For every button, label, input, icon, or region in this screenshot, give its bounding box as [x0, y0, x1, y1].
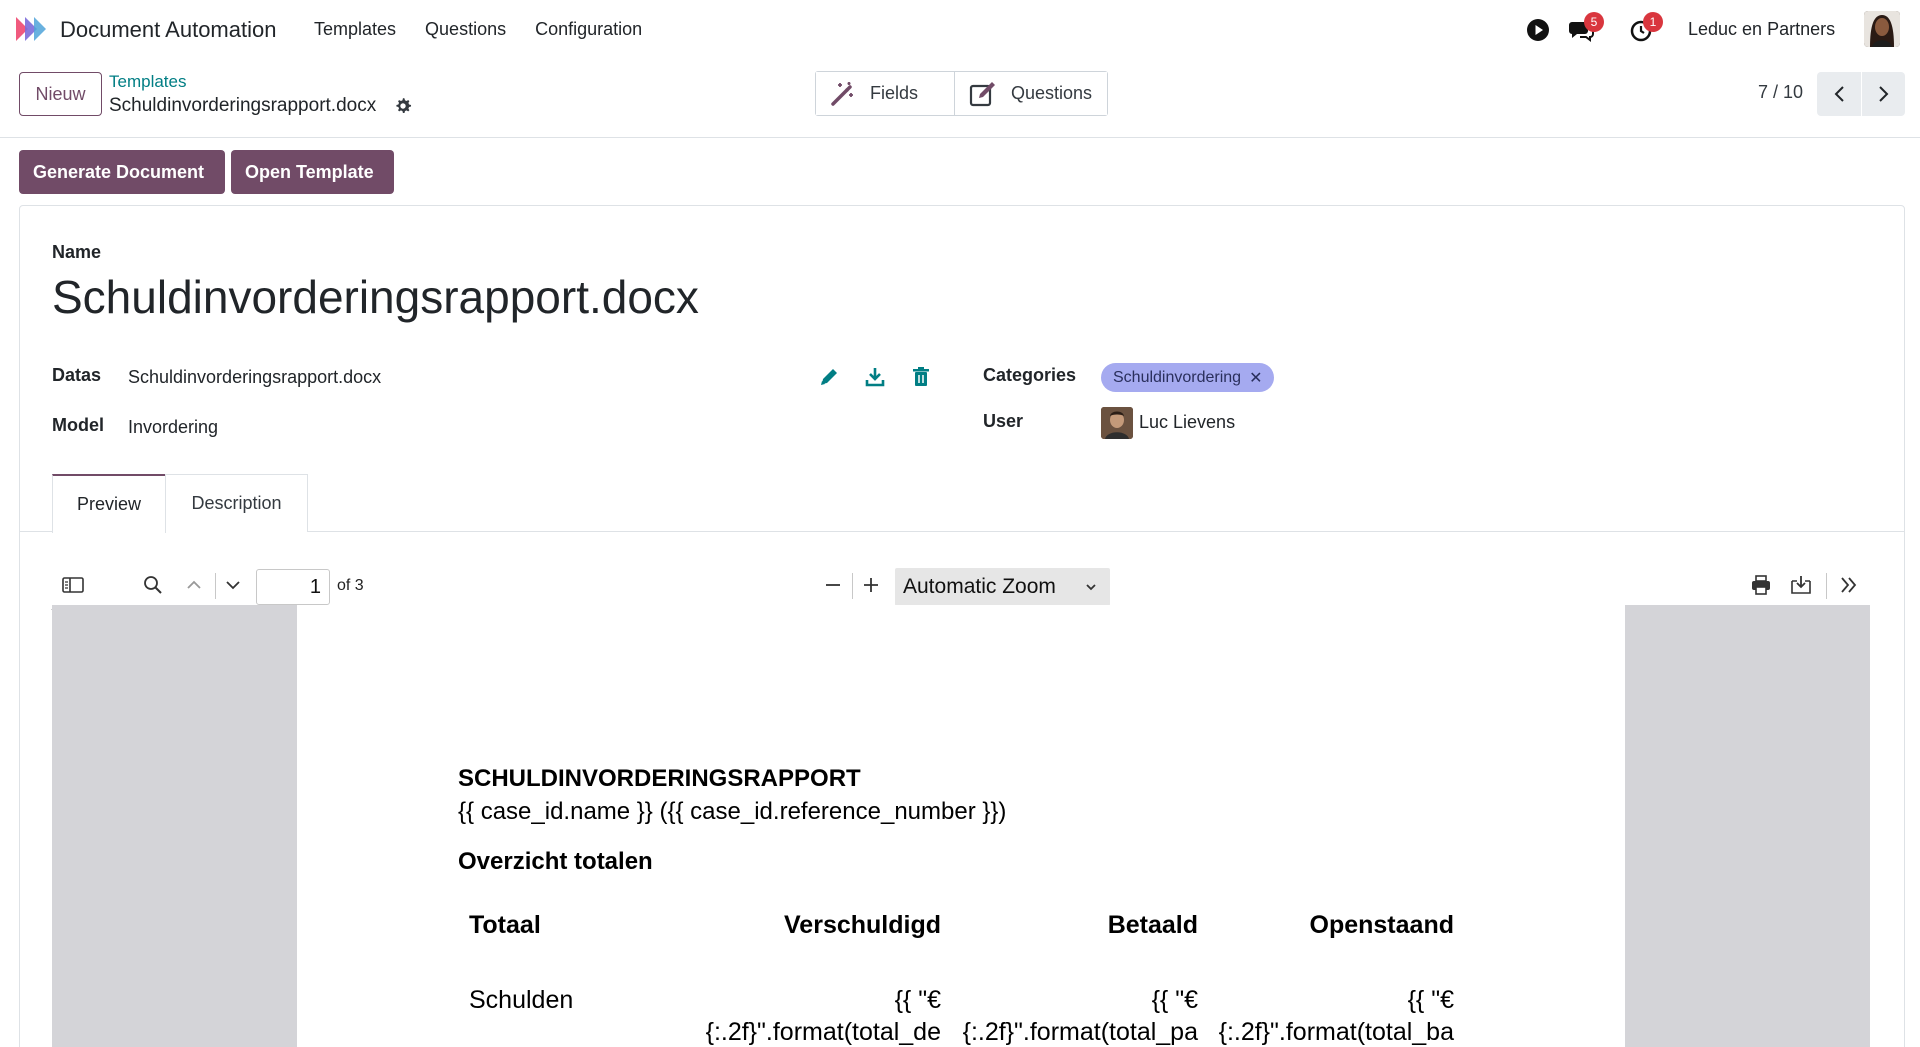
menu-item-questions[interactable]: Questions: [425, 19, 506, 40]
table-header-totaal: Totaal: [469, 911, 541, 939]
model-label: Model: [52, 415, 104, 435]
pdf-page: SCHULDINVORDERINGSRAPPORT {{ case_id.nam…: [297, 605, 1625, 1047]
table-cell-line: {{ "€: [1151, 986, 1198, 1014]
next-page-icon[interactable]: [221, 573, 245, 597]
document-subheading: {{ case_id.name }} ({{ case_id.reference…: [458, 798, 1007, 825]
play-icon[interactable]: [1525, 18, 1551, 42]
pdf-viewport[interactable]: SCHULDINVORDERINGSRAPPORT {{ case_id.nam…: [52, 605, 1870, 1047]
model-value[interactable]: Invordering: [128, 417, 218, 438]
tab-description[interactable]: Description: [165, 474, 308, 532]
top-navbar: Document Automation Templates Questions …: [0, 0, 1920, 58]
fields-button[interactable]: Fields: [816, 72, 954, 115]
table-header-betaald: Betaald: [1107, 911, 1198, 939]
pager-value[interactable]: 7 / 10: [1758, 82, 1803, 103]
category-tag-label: Schuldinvordering: [1113, 368, 1242, 386]
main-menu: Templates Questions Configuration: [314, 19, 671, 40]
page-number-input[interactable]: 1: [256, 569, 330, 605]
tab-preview[interactable]: Preview: [52, 474, 166, 533]
questions-button-label: Questions: [1011, 83, 1093, 103]
table-cell-line: {:.2f}".format(total_pa: [962, 1018, 1198, 1046]
zoom-in-icon[interactable]: [859, 573, 883, 597]
app-logo-icon[interactable]: [14, 15, 50, 43]
user-avatar[interactable]: [1864, 11, 1900, 47]
trash-icon[interactable]: [910, 366, 932, 388]
open-template-button[interactable]: Open Template: [231, 150, 394, 194]
remove-tag-icon[interactable]: ✕: [1249, 368, 1262, 388]
table-cell-line: {:.2f}".format(total_de: [705, 1018, 941, 1046]
search-icon[interactable]: [141, 573, 165, 597]
user-value[interactable]: Luc Lievens: [1139, 412, 1235, 433]
user-photo-icon: [1101, 407, 1133, 439]
previous-page-icon[interactable]: [182, 573, 206, 597]
name-field[interactable]: Schuldinvorderingsrapport.docx: [52, 270, 699, 324]
toolbar-separator: [852, 573, 853, 599]
datas-value[interactable]: Schuldinvorderingsrapport.docx: [128, 367, 381, 388]
activity-badge: 1: [1643, 12, 1663, 32]
edit-icon: [969, 81, 995, 106]
menu-item-templates[interactable]: Templates: [314, 19, 396, 40]
category-tag[interactable]: Schuldinvordering ✕: [1101, 363, 1275, 392]
pager-next-button[interactable]: [1861, 72, 1905, 116]
fields-button-label: Fields: [870, 83, 919, 103]
toolbar-separator: [1826, 573, 1827, 599]
pdf-toolbar: 1 of 3 Automatic Zoom: [51, 560, 1869, 610]
table-cell-line: {:.2f}".format(total_ba: [1218, 1018, 1454, 1046]
breadcrumb-current: Schuldinvorderingsrapport.docx: [109, 95, 377, 116]
magic-wand-icon: [831, 81, 853, 106]
toolbar-separator: [215, 573, 216, 599]
company-switcher[interactable]: Leduc en Partners: [1688, 19, 1835, 40]
smart-buttons: Fields Questions: [815, 71, 1108, 116]
gear-icon[interactable]: [394, 97, 412, 115]
user-avatar-icon: [1864, 11, 1900, 47]
table-row-label: Schulden: [469, 986, 574, 1014]
zoom-out-icon[interactable]: [821, 573, 845, 597]
chevron-down-icon: [1086, 584, 1096, 591]
table-header-openstaand: Openstaand: [1309, 911, 1454, 939]
notebook-tabs: Preview Description: [20, 474, 1904, 533]
table-cell-line: {{ "€: [1407, 986, 1454, 1014]
datas-label: Datas: [52, 365, 102, 385]
table-cell-line: {{ "€: [894, 986, 941, 1014]
chevron-right-icon: [1878, 86, 1888, 102]
document-section-title: Overzicht totalen: [458, 848, 653, 875]
control-panel: Nieuw Templates Schuldinvorderingsrappor…: [0, 58, 1920, 138]
generate-document-button[interactable]: Generate Document: [19, 150, 225, 194]
chevron-left-icon: [1834, 86, 1844, 102]
download-icon[interactable]: [864, 366, 886, 388]
categories-label: Categories: [983, 365, 1077, 385]
messages-badge: 5: [1584, 12, 1604, 32]
user-label: User: [983, 411, 1024, 431]
zoom-select[interactable]: Automatic Zoom: [895, 568, 1110, 606]
new-button[interactable]: Nieuw: [19, 72, 102, 116]
questions-button[interactable]: Questions: [954, 72, 1107, 115]
document-heading: SCHULDINVORDERINGSRAPPORT: [458, 765, 861, 792]
print-icon[interactable]: [1749, 573, 1773, 597]
breadcrumb-templates[interactable]: Templates: [109, 72, 186, 92]
save-icon[interactable]: [1789, 573, 1813, 597]
activity-button[interactable]: 1: [1629, 12, 1663, 42]
zoom-select-value: Automatic Zoom: [903, 575, 1056, 598]
sidebar-toggle-icon[interactable]: [61, 573, 85, 597]
table-header-verschuldigd: Verschuldigd: [784, 911, 941, 939]
name-label: Name: [52, 242, 102, 262]
tools-menu-icon[interactable]: [1837, 573, 1861, 597]
page-count: of 3: [337, 577, 364, 594]
pencil-icon[interactable]: [818, 366, 840, 388]
app-name[interactable]: Document Automation: [60, 17, 276, 43]
menu-item-configuration[interactable]: Configuration: [535, 19, 642, 40]
messages-button[interactable]: 5: [1568, 12, 1604, 42]
pager-previous-button[interactable]: [1817, 72, 1861, 116]
user-field-avatar: [1101, 407, 1133, 439]
